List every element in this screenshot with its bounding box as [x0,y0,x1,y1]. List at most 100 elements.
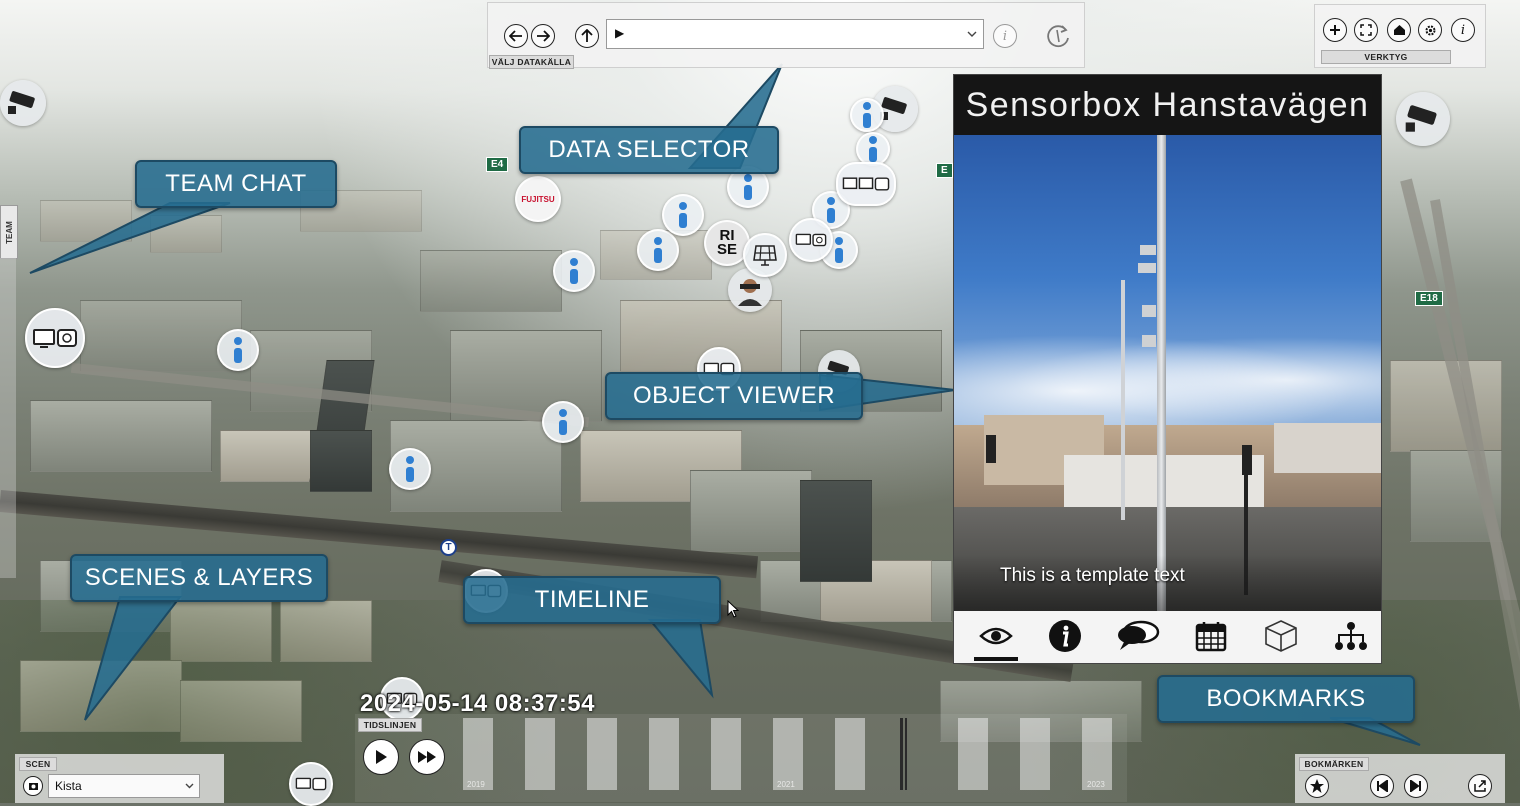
sensor-box-marker[interactable] [836,162,896,206]
refresh-button[interactable] [1044,22,1072,50]
team-chat-tab[interactable]: TEAM [0,205,18,259]
info-marker[interactable] [856,132,890,166]
scenes-layers-callout: SCENES & LAYERS [70,554,328,602]
timeline-segment[interactable] [587,718,617,790]
share-bookmark-button[interactable] [1468,774,1492,798]
timeline-segment[interactable] [525,718,555,790]
info-icon [822,197,840,223]
tab-view[interactable] [976,619,1016,653]
info-marker[interactable] [542,401,584,443]
tab-info[interactable] [1045,619,1085,653]
timeline-segment[interactable] [1020,718,1050,790]
data-source-select[interactable]: ▶ [606,19,984,49]
year-tick: 2019 [467,780,485,789]
camera-marker[interactable] [1396,92,1450,146]
info-icon [554,409,572,435]
next-bookmark-button[interactable] [1404,774,1428,798]
sensor-box-marker[interactable] [25,308,85,368]
info-marker[interactable] [389,448,431,490]
back-button[interactable] [504,24,528,48]
play-button[interactable] [363,739,399,775]
scene-select[interactable]: Kista [48,774,200,798]
cube-icon [1265,620,1297,652]
tab-3d-model[interactable] [1261,619,1301,653]
timeline-label: TIDSLINJEN [358,718,422,732]
timeline-callout: TIMELINE [463,576,721,624]
tab-calendar[interactable] [1191,619,1231,653]
info-marker[interactable] [217,329,259,371]
zoom-in-button[interactable] [1323,18,1347,42]
home-button[interactable] [1387,18,1411,42]
template-text: This is a template text [1000,565,1185,586]
info-icon: i [1002,28,1008,44]
tools-label: VERKTYG [1321,50,1451,64]
team-chat-callout: TEAM CHAT [135,160,337,208]
home-icon [1393,25,1405,35]
star-icon [1310,779,1324,793]
tab-chat[interactable] [1115,619,1161,653]
info-icon [858,102,876,128]
chevron-down-icon [185,783,194,789]
timeline-cursor[interactable] [900,718,903,790]
info-icon [401,456,419,482]
tab-hierarchy[interactable] [1331,619,1371,653]
info-marker[interactable] [850,98,884,132]
team-chat-panel-edge [0,258,16,578]
road-sign-e4: E4 [486,157,509,172]
bookmarks-panel: BOKMÄRKEN [1295,754,1505,803]
timeline-cursor-shadow [905,718,907,790]
info-icon [1049,620,1081,652]
transit-label: T [445,542,452,553]
tools-info-button[interactable]: i [1451,18,1475,42]
forward-button[interactable] [531,24,555,48]
play-icon [376,750,387,764]
person-camera-icon [738,279,762,306]
settings-button[interactable] [1418,18,1442,42]
timeline-datetime: 2024-05-14 08:37:54 [360,690,596,717]
eye-icon [979,627,1013,645]
timeline-segment[interactable] [835,718,865,790]
data-selector-bar: ▶ i VÄLJ DATAKÄLLA [487,2,1085,69]
timeline-segment[interactable] [649,718,679,790]
data-selector-callout: DATA SELECTOR [519,126,779,174]
info-icon [229,337,247,363]
rise-logo-bottom: SE [716,241,737,258]
camera-marker[interactable] [0,80,46,126]
fast-forward-button[interactable] [409,739,445,775]
info-icon [739,174,757,200]
road-sign-e4-right: E [936,163,953,178]
fujitsu-marker[interactable]: FUJITSU [515,176,561,222]
add-bookmark-button[interactable] [1305,774,1329,798]
sensor-box-marker[interactable] [289,762,333,806]
timeline-segment[interactable] [711,718,741,790]
scene-layers-button[interactable] [23,776,43,796]
sensor-photo: This is a template text [954,135,1381,611]
fujitsu-logo: FUJITSU [521,194,555,204]
fast-forward-icon [418,751,436,763]
share-icon [1474,780,1486,792]
active-tab-indicator [974,657,1018,661]
bookmarks-callout: BOOKMARKS [1157,675,1415,723]
transit-station-marker[interactable]: T [440,539,457,556]
info-icon [864,136,882,162]
skip-forward-icon [1410,780,1421,792]
info-marker[interactable] [637,229,679,271]
sensor-box-marker[interactable] [789,218,833,262]
timeline-segment[interactable] [958,718,988,790]
info-icon [649,237,667,263]
data-source-label: VÄLJ DATAKÄLLA [489,55,574,69]
info-marker[interactable] [662,194,704,236]
sensor-box-icon [33,329,77,348]
data-info-button[interactable]: i [993,24,1017,48]
sensor-box-icon [842,177,890,191]
data-source-value: ▶ [615,26,625,40]
chevron-down-icon [967,31,977,37]
fullscreen-button[interactable] [1354,18,1378,42]
up-button[interactable] [575,24,599,48]
previous-bookmark-button[interactable] [1370,774,1394,798]
info-marker[interactable] [553,250,595,292]
arrow-up-icon [581,29,593,42]
zoom-in-icon [1330,25,1340,35]
solar-panel-marker[interactable] [743,233,787,277]
tools-bar: i VERKTYG [1314,4,1486,68]
